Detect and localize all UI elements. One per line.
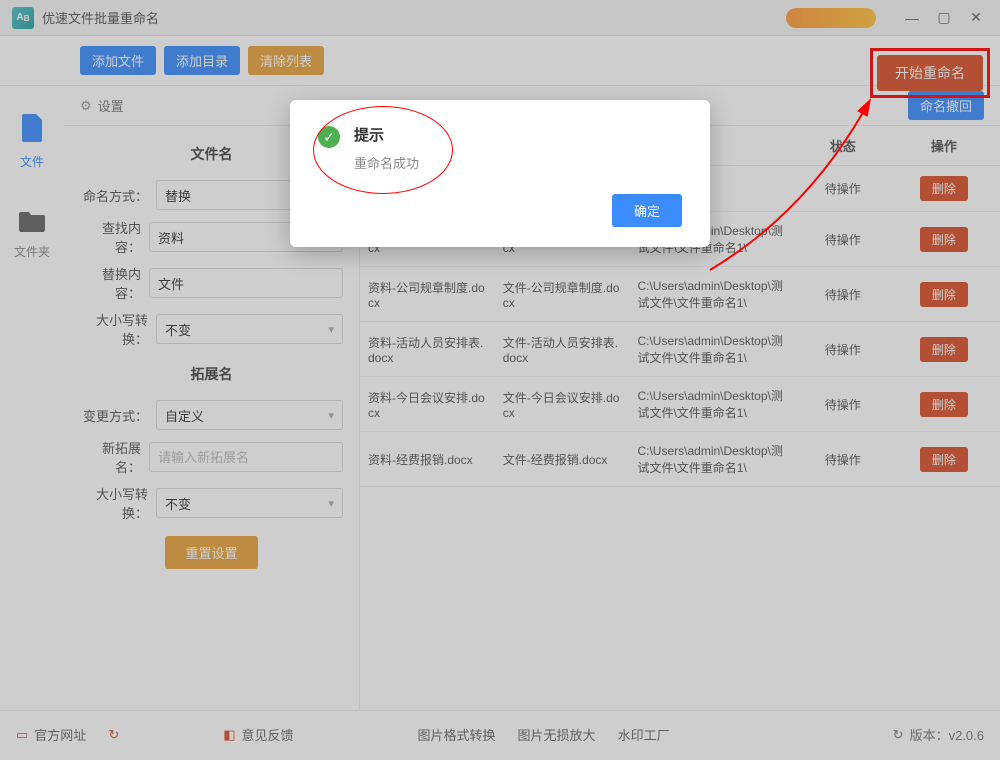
success-modal: ✓ 提示 重命名成功 确定 xyxy=(290,100,710,247)
modal-title: 提示 xyxy=(354,124,419,145)
modal-message: 重命名成功 xyxy=(354,153,419,172)
modal-confirm-button[interactable]: 确定 xyxy=(612,194,682,227)
success-check-icon: ✓ xyxy=(318,126,340,148)
modal-overlay: ✓ 提示 重命名成功 确定 xyxy=(0,0,1000,760)
